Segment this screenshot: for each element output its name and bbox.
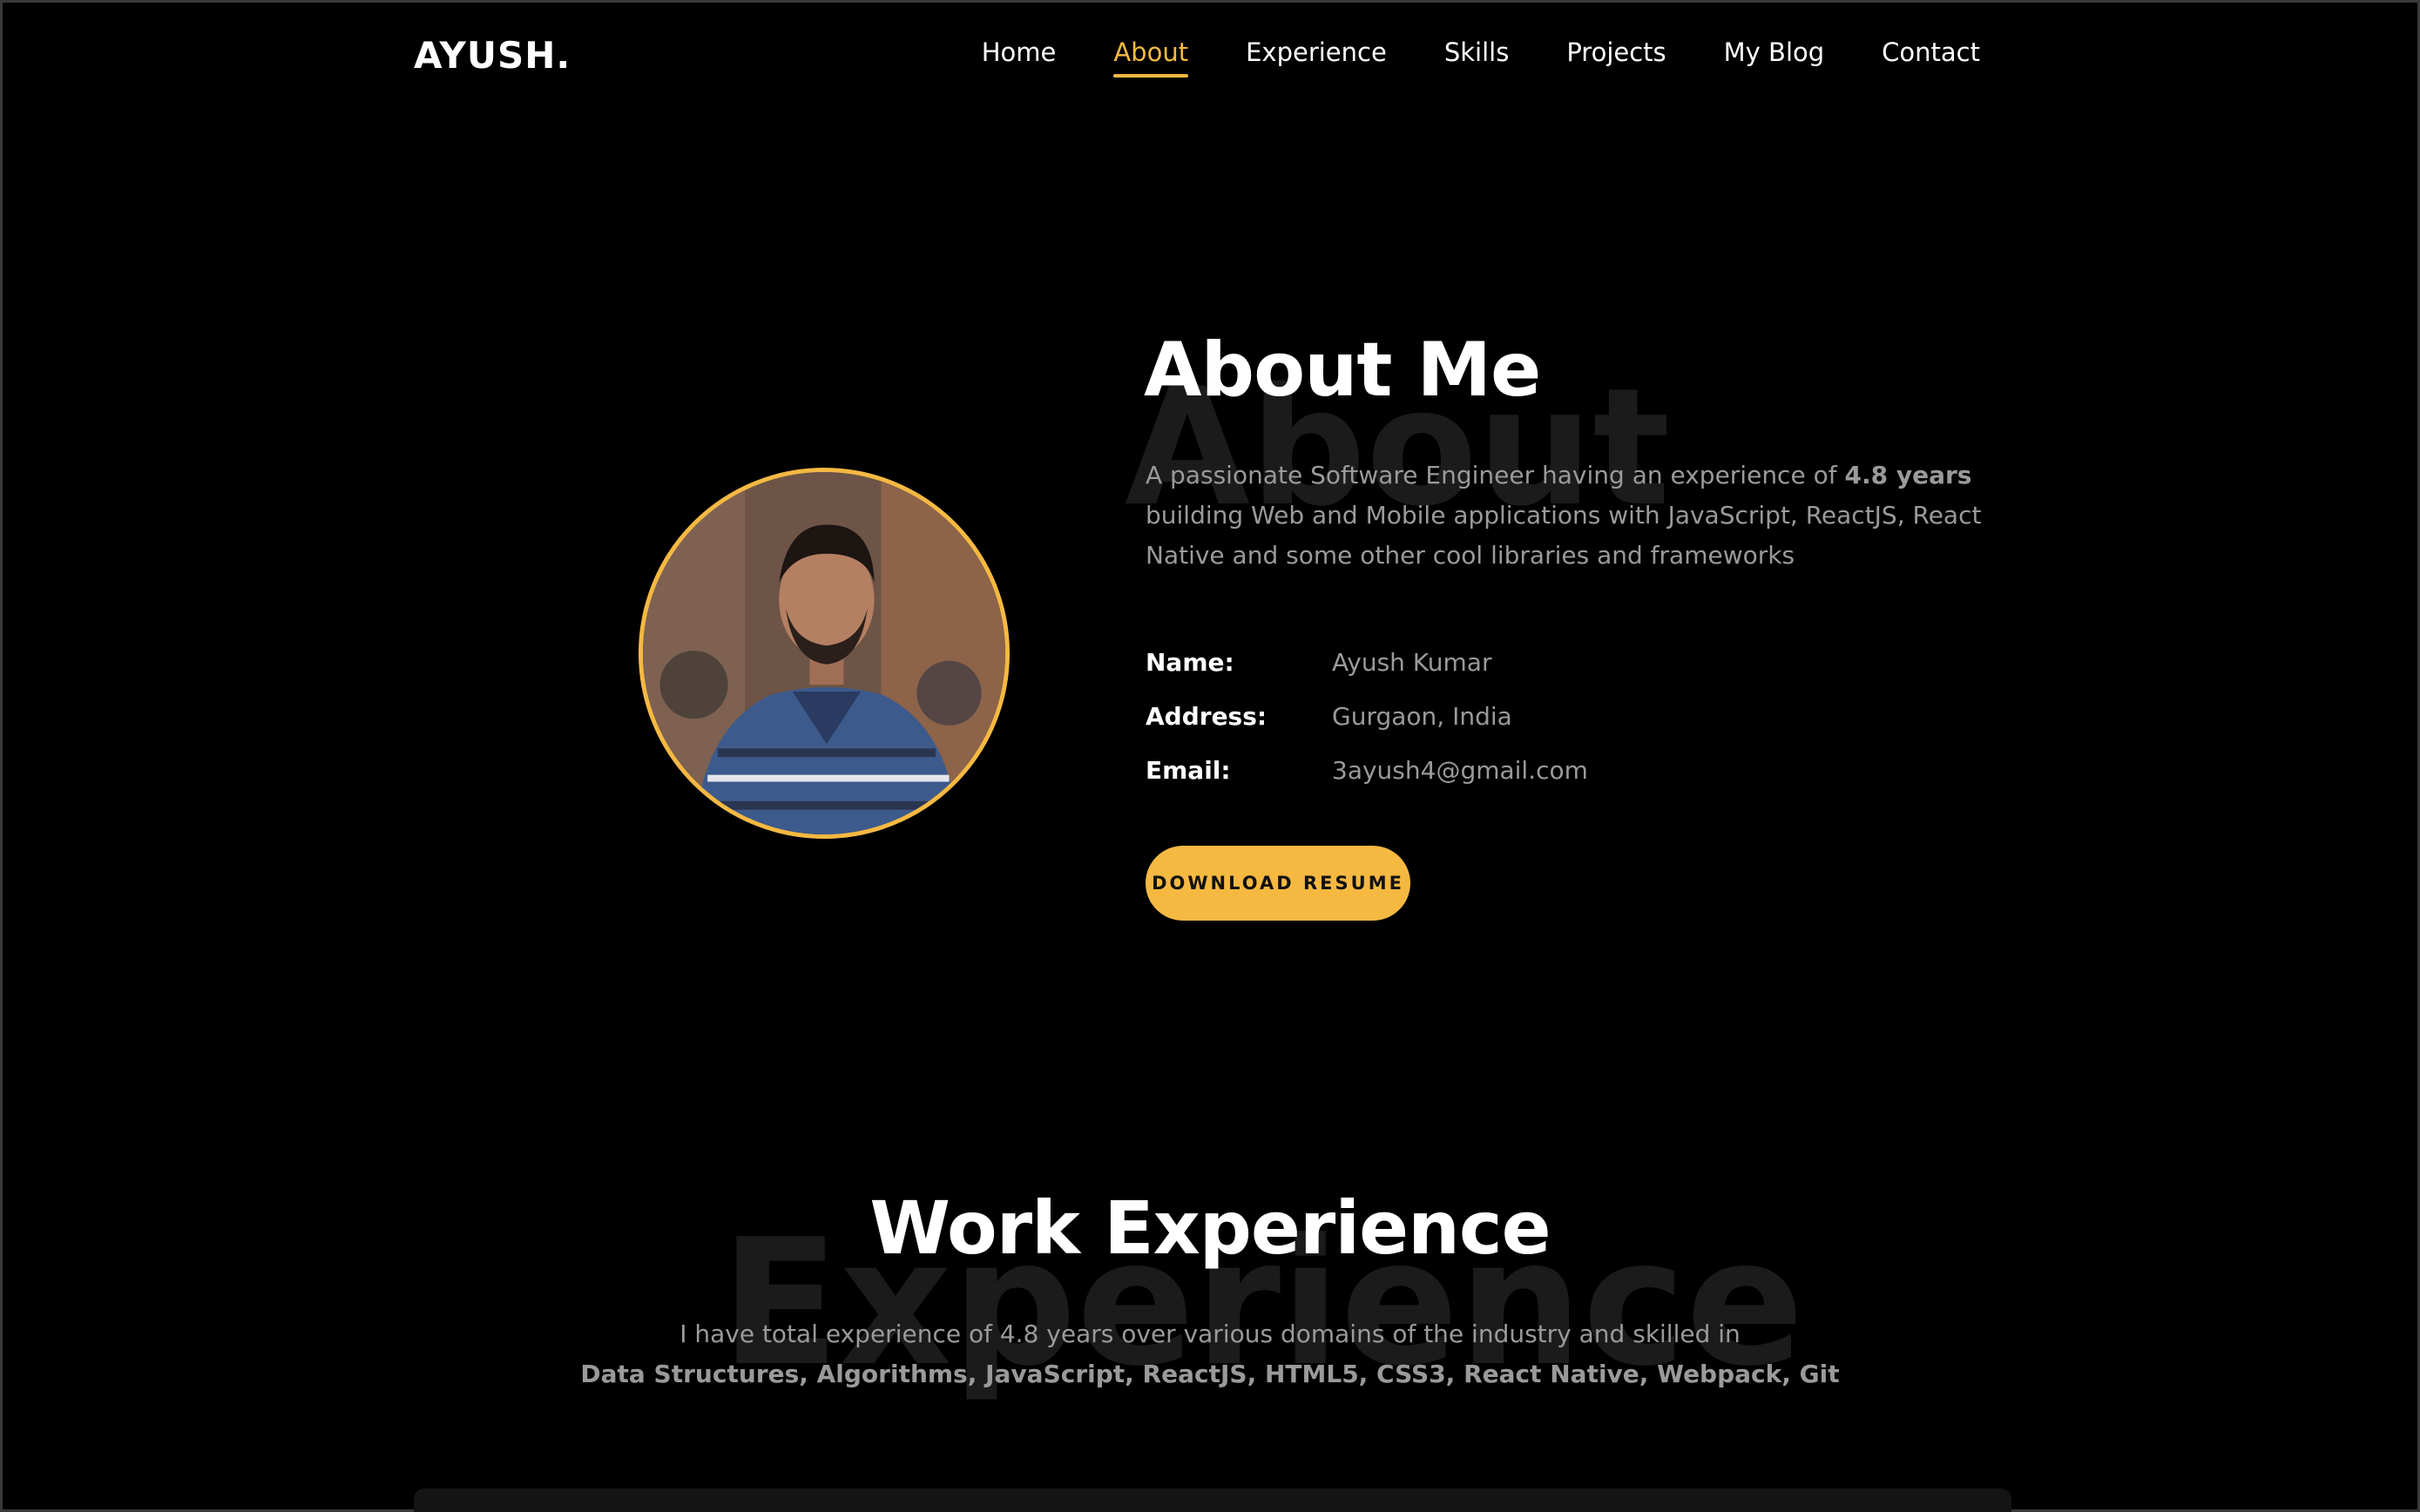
name-value: Ayush Kumar	[1332, 647, 1492, 677]
personal-info: Name: Ayush Kumar Address: Gurgaon, Indi…	[1146, 635, 1588, 797]
about-title: About Me	[1144, 327, 1541, 414]
about-description-end: building Web and Mobile applications wit…	[1146, 501, 1982, 570]
nav-item-projects[interactable]: Projects	[1566, 37, 1666, 78]
address-value: Gurgaon, India	[1332, 701, 1512, 731]
info-row-name: Name: Ayush Kumar	[1146, 635, 1588, 689]
nav-item-my-blog[interactable]: My Blog	[1724, 37, 1825, 78]
email-label: Email:	[1146, 755, 1231, 785]
experience-skills: Data Structures, Algorithms, JavaScript,…	[580, 1360, 1840, 1388]
experience-card	[414, 1488, 2011, 1512]
name-label: Name:	[1146, 647, 1234, 677]
about-description: A passionate Software Engineer having an…	[1146, 456, 2025, 576]
experience-title: Work Experience	[869, 1185, 1551, 1271]
profile-photo-illustration	[643, 472, 1005, 834]
nav-item-home[interactable]: Home	[982, 37, 1057, 78]
main-nav: Home About Experience Skills Projects My…	[982, 37, 1980, 78]
about-description-start: A passionate Software Engineer having an…	[1146, 461, 1845, 489]
site-logo[interactable]: AYUSH.	[414, 34, 571, 77]
info-row-email: Email: 3ayush4@gmail.com	[1146, 743, 1588, 797]
nav-item-about[interactable]: About	[1113, 37, 1188, 78]
download-resume-button[interactable]: DOWNLOAD RESUME	[1146, 846, 1410, 921]
email-value[interactable]: 3ayush4@gmail.com	[1332, 756, 1588, 785]
about-description-years: 4.8 years	[1844, 461, 1972, 489]
experience-summary: I have total experience of 4.8 years ove…	[679, 1320, 1741, 1348]
nav-item-experience[interactable]: Experience	[1246, 37, 1387, 78]
nav-item-skills[interactable]: Skills	[1444, 37, 1509, 78]
nav-item-contact[interactable]: Contact	[1882, 37, 1980, 78]
experience-description: I have total experience of 4.8 years ove…	[3, 1314, 2417, 1394]
profile-photo	[639, 468, 1010, 839]
portfolio-page: AYUSH. Home About Experience Skills Proj…	[3, 3, 2417, 1512]
info-row-address: Address: Gurgaon, India	[1146, 689, 1588, 743]
address-label: Address:	[1146, 701, 1267, 731]
